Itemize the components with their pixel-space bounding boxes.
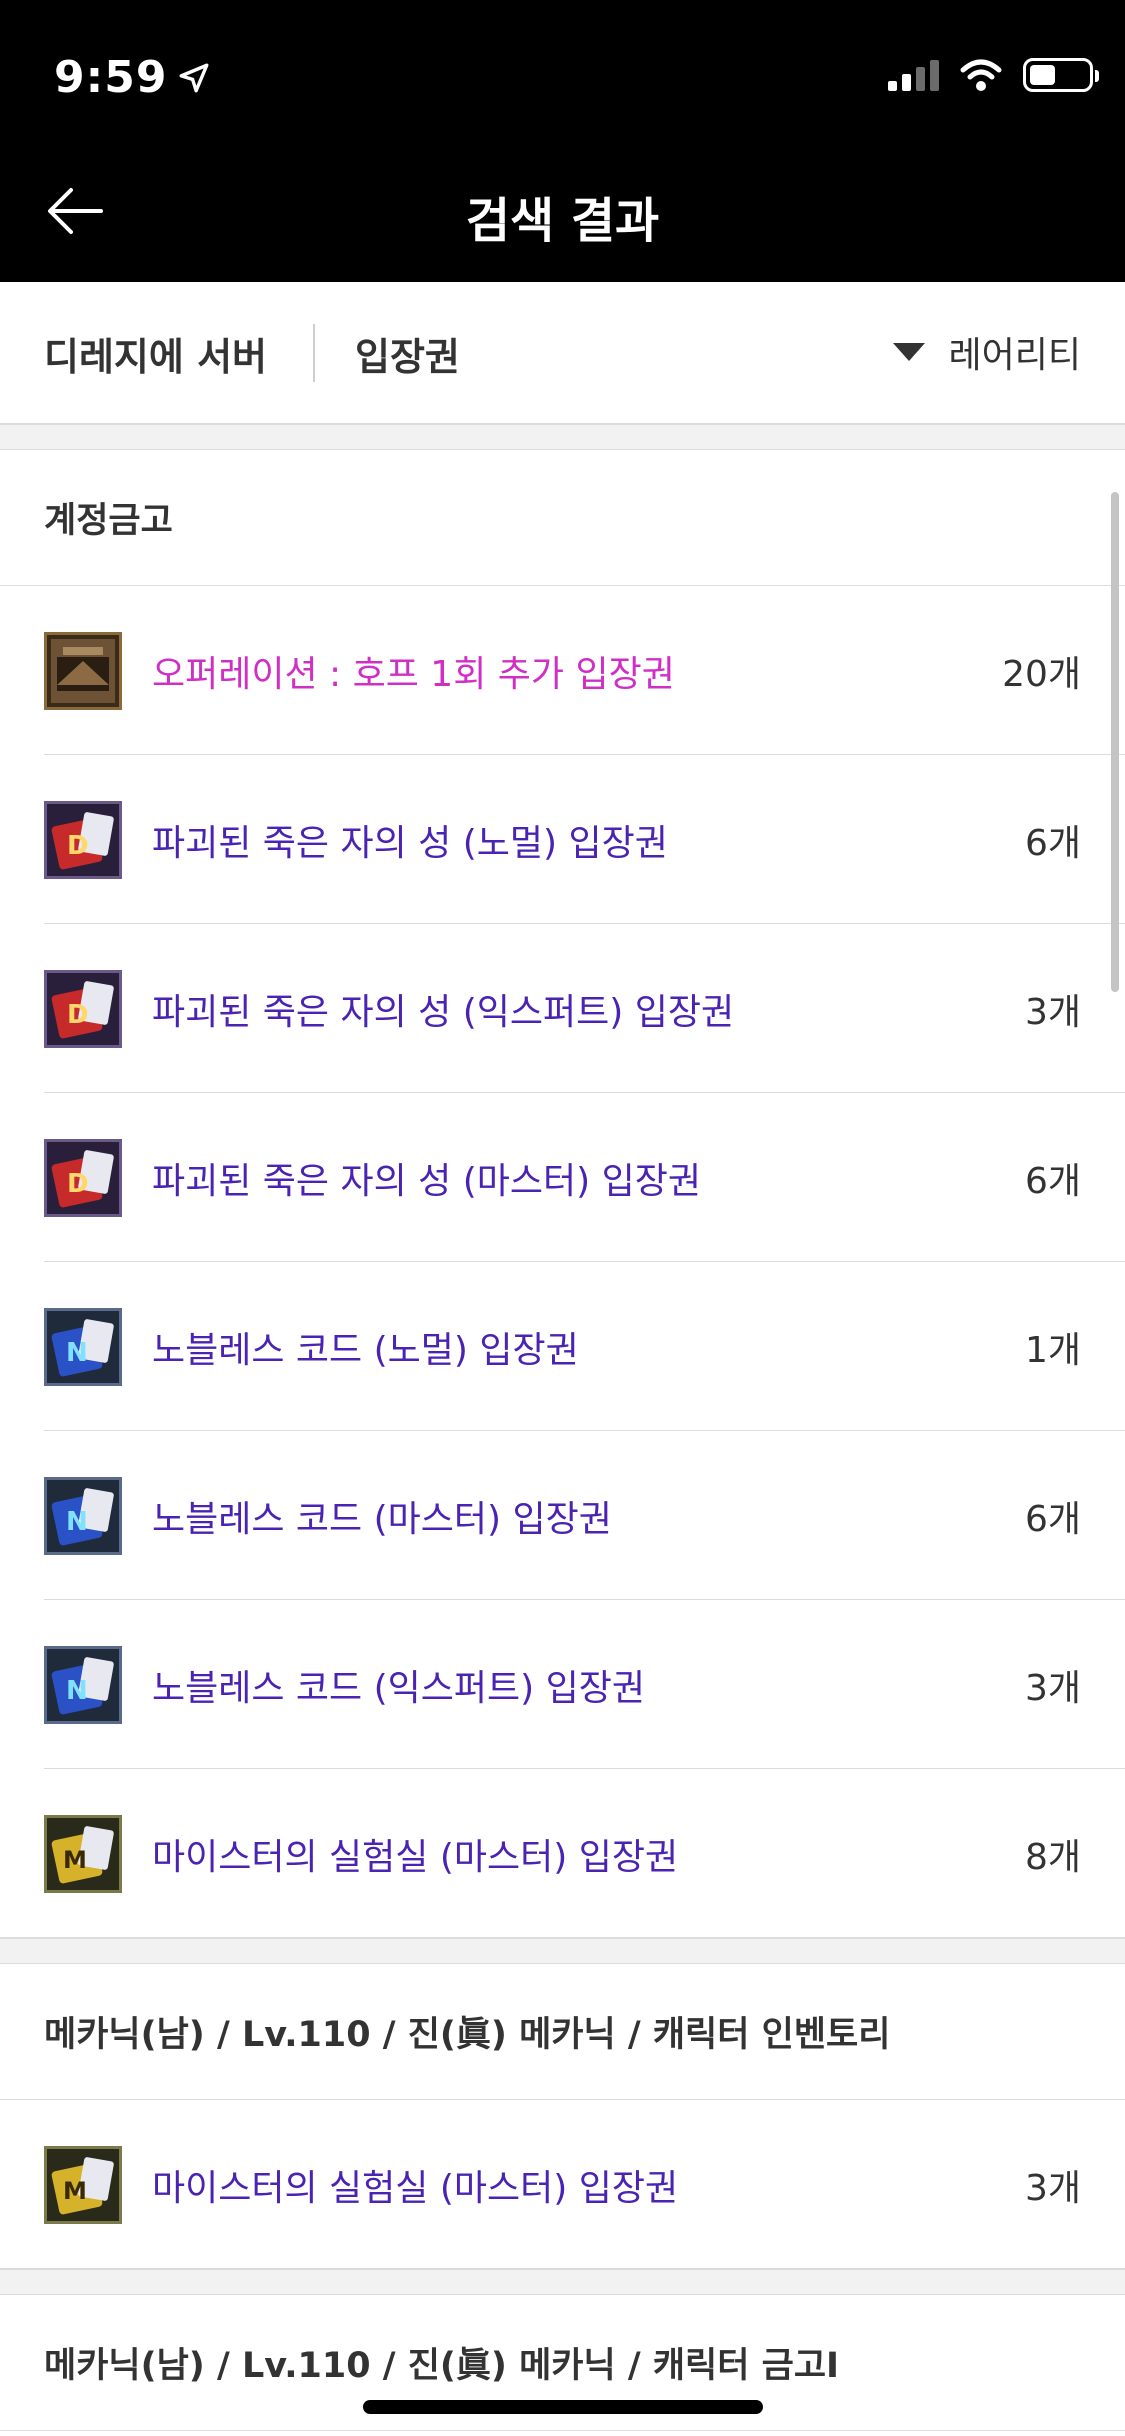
item-name: 마이스터의 실험실 (마스터) 입장권 [152,2167,679,2209]
m-ticket-icon: M [44,2145,122,2224]
item-count: 3개 [1024,991,1081,1033]
svg-text:N: N [66,1338,88,1368]
svg-text:D: D [67,1000,89,1030]
item-count: 3개 [1024,2167,1081,2209]
filter-divider [313,324,315,382]
scrollbar[interactable] [1111,492,1119,992]
filter-bar: 디레지에 서버 입장권 레어리티 [0,282,1125,424]
svg-text:D: D [67,1169,89,1199]
d-ticket-icon: D [44,1138,122,1217]
battery-icon [1023,58,1099,92]
svg-text:M: M [63,1846,87,1874]
d-ticket-icon: D [44,969,122,1048]
cellular-signal-icon [888,59,939,91]
list-item[interactable]: N 노블레스 코드 (익스퍼트) 입장권 3개 [0,1600,1125,1769]
wifi-icon [960,59,1002,91]
server-filter[interactable]: 디레지에 서버 [44,326,267,381]
list-item[interactable]: D 파괴된 죽은 자의 성 (노멀) 입장권 6개 [0,755,1125,924]
list-item[interactable]: D 파괴된 죽은 자의 성 (마스터) 입장권 6개 [0,1093,1125,1262]
item-name: 파괴된 죽은 자의 성 (노멀) 입장권 [152,822,668,864]
search-keyword[interactable]: 입장권 [355,326,460,381]
item-count: 6개 [1024,1160,1081,1202]
section-gap [0,2269,1125,2295]
m-ticket-icon: M [44,1814,122,1893]
item-count: 20개 [1002,653,1081,695]
list-item[interactable]: N 노블레스 코드 (마스터) 입장권 6개 [0,1431,1125,1600]
item-name: 파괴된 죽은 자의 성 (마스터) 입장권 [152,1160,701,1202]
list-item[interactable]: D 파괴된 죽은 자의 성 (익스퍼트) 입장권 3개 [0,924,1125,1093]
item-name: 오퍼레이션 : 호프 1회 추가 입장권 [152,653,675,695]
n-ticket-icon: N [44,1645,122,1724]
section-header: 계정금고 [0,450,1125,586]
item-count: 8개 [1024,1836,1081,1878]
status-time-text: 9:59 [54,52,168,103]
sort-label: 레어리티 [948,335,1081,376]
section-header: 메카닉(남) / Lv.110 / 진(眞) 메카닉 / 캐릭터 인벤토리 [0,1964,1125,2100]
item-count: 6개 [1024,822,1081,864]
d-ticket-icon: D [44,800,122,879]
item-count: 3개 [1024,1667,1081,1709]
top-bar: 9:59 검색 결과 [0,0,1125,282]
list-item[interactable]: M 마이스터의 실험실 (마스터) 입장권 3개 [0,2100,1125,2269]
status-time: 9:59 [54,52,211,103]
home-indicator[interactable] [363,2400,763,2414]
n-ticket-icon: N [44,1307,122,1386]
item-name: 노블레스 코드 (마스터) 입장권 [152,1498,612,1540]
caret-down-icon [892,343,925,361]
n-ticket-icon: N [44,1476,122,1555]
item-count: 6개 [1024,1498,1081,1540]
list-item[interactable]: 오퍼레이션 : 호프 1회 추가 입장권 20개 [0,586,1125,755]
svg-text:N: N [66,1507,88,1537]
section-gap [0,1938,1125,1964]
svg-text:M: M [63,2177,87,2205]
item-name: 노블레스 코드 (노멀) 입장권 [152,1329,579,1371]
page-title: 검색 결과 [465,193,660,249]
svg-text:D: D [67,831,89,861]
svg-text:N: N [66,1676,88,1706]
list-item[interactable]: M 마이스터의 실험실 (마스터) 입장권 8개 [0,1769,1125,1938]
item-name: 노블레스 코드 (익스퍼트) 입장권 [152,1667,645,1709]
section-gap [0,424,1125,450]
location-arrow-icon [180,63,209,92]
sort-dropdown[interactable]: 레어리티 [892,326,1081,378]
status-indicators [888,58,1099,92]
item-count: 1개 [1024,1329,1081,1371]
list-item[interactable]: N 노블레스 코드 (노멀) 입장권 1개 [0,1262,1125,1431]
hope-ticket-icon [44,631,122,710]
item-name: 파괴된 죽은 자의 성 (익스퍼트) 입장권 [152,991,735,1033]
item-name: 마이스터의 실험실 (마스터) 입장권 [152,1836,679,1878]
